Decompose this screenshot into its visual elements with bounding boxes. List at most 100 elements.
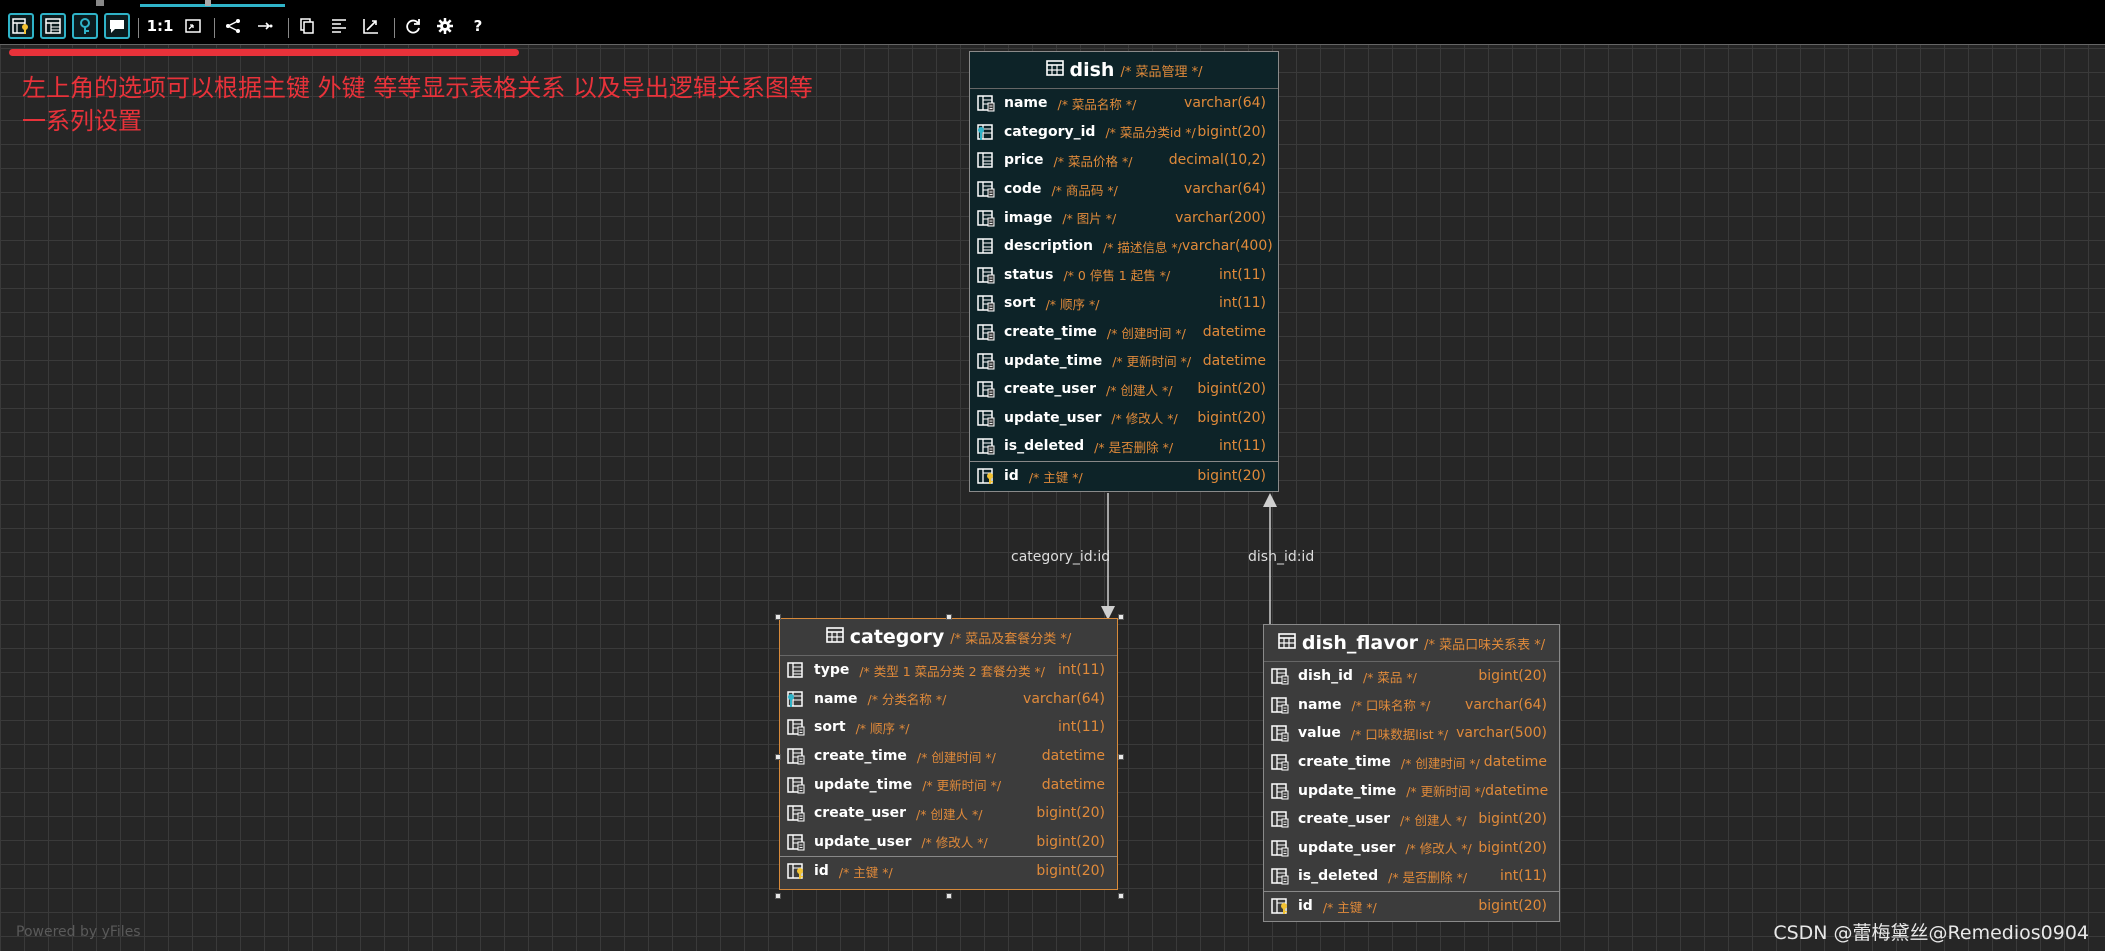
- selection-handle[interactable]: [946, 893, 952, 899]
- table-dish-flavor[interactable]: dish_flavor /* 菜品口味关系表 */ dish_id /* 菜品 *…: [1263, 624, 1560, 922]
- column-type: bigint(20): [1197, 409, 1266, 426]
- table-header[interactable]: dish_flavor /* 菜品口味关系表 */: [1264, 625, 1559, 662]
- column-row[interactable]: update_user /* 修改人 */ bigint(20): [1264, 834, 1559, 863]
- column-row[interactable]: category_id /* 菜品分类id */bigint(20): [970, 118, 1278, 147]
- column-row[interactable]: name /* 菜品名称 */ varchar(64): [970, 89, 1278, 118]
- table-dish[interactable]: dish /* 菜品管理 */ name /* 菜品名称 */ varchar(64…: [969, 51, 1279, 492]
- column-comment: /* 主键 */: [1322, 899, 1377, 915]
- indexed-column-icon: [1270, 839, 1290, 857]
- table-icon: [825, 627, 844, 647]
- column-comment: /* 口味数据list */: [1350, 726, 1449, 742]
- selection-handle[interactable]: [1118, 754, 1124, 760]
- column-row[interactable]: update_user /* 修改人 */ bigint(20): [970, 404, 1278, 433]
- column-name: category_id: [1004, 123, 1096, 140]
- primary-key-row[interactable]: id /* 主键 */ bigint(20): [780, 856, 1117, 886]
- column-row[interactable]: is_deleted /* 是否删除 */ int(11): [1264, 862, 1559, 891]
- table-category[interactable]: category /* 菜品及套餐分类 */ type /* 类型 1 菜品分类 …: [779, 618, 1118, 890]
- column-row[interactable]: value /* 口味数据list */ varchar(500): [1264, 719, 1559, 748]
- column-name: description: [1004, 238, 1093, 255]
- column-name: update_time: [1298, 782, 1397, 799]
- indexed-column-icon: [976, 352, 996, 370]
- table-header[interactable]: dish /* 菜品管理 */: [970, 52, 1278, 89]
- column-type: decimal(10,2): [1168, 152, 1266, 169]
- column-row[interactable]: image /* 图片 */ varchar(200): [970, 203, 1278, 232]
- indexed-column-icon: [786, 833, 806, 851]
- column-row[interactable]: update_time/* 更新时间 */datetime: [1264, 776, 1559, 805]
- column-name: create_time: [1004, 324, 1097, 341]
- indexed-column-icon: [786, 718, 806, 736]
- column-row[interactable]: update_time/* 更新时间 */datetime: [970, 346, 1278, 375]
- primary-key-icon: [1270, 897, 1290, 915]
- column-row[interactable]: update_time/* 更新时间 */datetime: [780, 770, 1117, 799]
- indexed-column-icon: [1270, 667, 1290, 685]
- column-type: bigint(20): [1197, 381, 1266, 398]
- column-row[interactable]: create_time/* 创建时间 */datetime: [1264, 748, 1559, 777]
- indexed-column-icon: [976, 409, 996, 427]
- column-icon: [976, 237, 996, 255]
- column-type: int(11): [1219, 295, 1266, 312]
- column-name: update_user: [814, 833, 912, 850]
- indexed-column-icon: [976, 94, 996, 112]
- column-comment: /* 分类名称 */: [867, 692, 947, 708]
- table-name: category: [849, 626, 945, 648]
- column-type: int(11): [1058, 719, 1105, 736]
- column-name: status: [1004, 266, 1054, 283]
- table-comment: /* 菜品及套餐分类 */: [950, 631, 1072, 647]
- indexed-column-icon: [976, 323, 996, 341]
- column-row[interactable]: create_time /* 创建时间 */ datetime: [970, 318, 1278, 347]
- selection-handle[interactable]: [1118, 614, 1124, 620]
- column-comment: /* 图片 */: [1062, 211, 1117, 227]
- column-name: update_time: [1004, 352, 1103, 369]
- column-name: name: [814, 690, 858, 707]
- column-row[interactable]: dish_id /* 菜品 */ bigint(20): [1264, 662, 1559, 691]
- column-comment: /* 类型 1 菜品分类 2 套餐分类 */: [859, 663, 1046, 679]
- indexed-column-icon: [1270, 810, 1290, 828]
- column-row[interactable]: description /* 描述信息 */varchar(400): [970, 232, 1278, 261]
- column-row[interactable]: create_time/* 创建时间 */datetime: [780, 742, 1117, 771]
- column-name: id: [1298, 898, 1313, 915]
- column-comment: /* 创建时间 */: [1106, 325, 1186, 341]
- column-row[interactable]: type /* 类型 1 菜品分类 2 套餐分类 */ int(11): [780, 656, 1117, 685]
- column-row[interactable]: sort /* 顺序 */ int(11): [970, 289, 1278, 318]
- column-row[interactable]: code /* 商品码 */ varchar(64): [970, 175, 1278, 204]
- column-type: bigint(20): [1478, 898, 1547, 915]
- selection-handle[interactable]: [946, 614, 952, 620]
- column-row[interactable]: create_user /* 创建人 */ bigint(20): [1264, 805, 1559, 834]
- primary-key-row[interactable]: id /* 主键 */ bigint(20): [970, 460, 1278, 491]
- column-row[interactable]: status /* 0 停售 1 起售 */ int(11): [970, 261, 1278, 290]
- indexed-column-icon: [976, 380, 996, 398]
- column-row[interactable]: name /* 分类名称 */ varchar(64): [780, 685, 1117, 714]
- column-row[interactable]: create_user /* 创建人 */ bigint(20): [970, 375, 1278, 404]
- primary-key-icon: [976, 467, 996, 485]
- column-row[interactable]: sort /* 顺序 */ int(11): [780, 713, 1117, 742]
- foreign-key-column-icon: [786, 690, 806, 708]
- indexed-column-icon: [976, 437, 996, 455]
- primary-key-row[interactable]: id /* 主键 */ bigint(20): [1264, 890, 1559, 921]
- column-name: name: [1004, 95, 1048, 112]
- column-type: datetime: [1041, 748, 1105, 765]
- column-row[interactable]: update_user /* 修改人 */ bigint(20): [780, 828, 1117, 857]
- column-row[interactable]: name /* 口味名称 */ varchar(64): [1264, 691, 1559, 720]
- watermark: CSDN @蕾梅黛丝@Remedios0904: [1773, 922, 2089, 944]
- column-comment: /* 菜品 */: [1362, 669, 1417, 685]
- indexed-column-icon: [786, 804, 806, 822]
- column-comment: /* 更新时间 */: [1112, 354, 1192, 370]
- column-comment: /* 口味名称 */: [1351, 698, 1431, 714]
- column-type: int(11): [1219, 266, 1266, 283]
- column-list: type /* 类型 1 菜品分类 2 套餐分类 */ int(11) name /* …: [780, 656, 1117, 886]
- selection-handle[interactable]: [775, 614, 781, 620]
- column-type: datetime: [1202, 324, 1266, 341]
- table-header[interactable]: category /* 菜品及套餐分类 */: [780, 619, 1117, 656]
- column-row[interactable]: is_deleted /* 是否删除 */ int(11): [970, 432, 1278, 461]
- indexed-column-icon: [786, 776, 806, 794]
- column-row[interactable]: create_user /* 创建人 */ bigint(20): [780, 799, 1117, 828]
- selection-handle[interactable]: [775, 893, 781, 899]
- column-row[interactable]: price /* 菜品价格 */ decimal(10,2): [970, 146, 1278, 175]
- indexed-column-icon: [1270, 696, 1290, 714]
- column-name: create_time: [1298, 754, 1391, 771]
- selection-handle[interactable]: [1118, 893, 1124, 899]
- column-comment: /* 修改人 */: [1405, 841, 1472, 857]
- column-name: create_user: [814, 805, 907, 822]
- column-comment: /* 更新时间 */: [922, 778, 1002, 794]
- selection-handle[interactable]: [775, 754, 781, 760]
